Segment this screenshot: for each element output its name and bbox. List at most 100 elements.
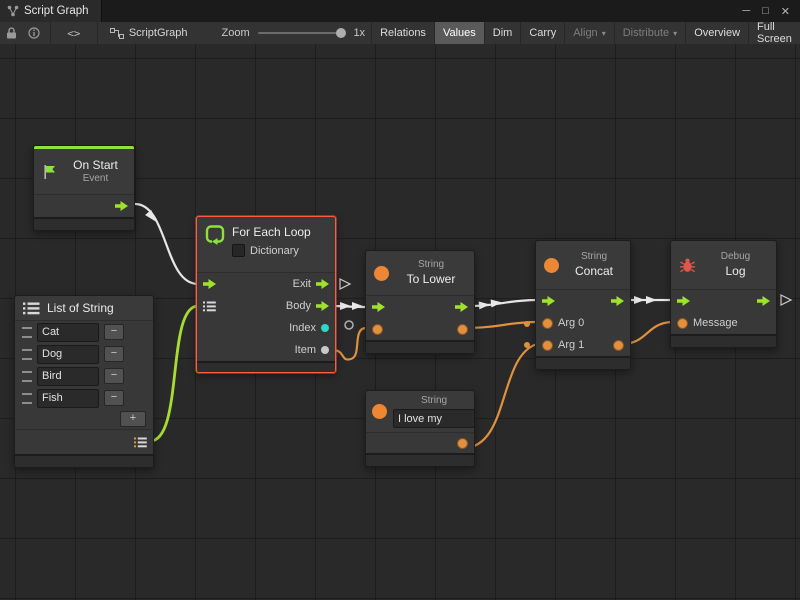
for-each-exit-port[interactable]: Exit <box>293 278 329 290</box>
lock-icon[interactable] <box>0 22 23 44</box>
node-concat[interactable]: String Concat Arg 0 <box>535 240 631 370</box>
wire-arrow-icon <box>479 300 491 309</box>
node-type: String <box>581 251 607 264</box>
node-type: String <box>418 259 444 272</box>
info-icon[interactable] <box>23 22 46 44</box>
node-footer <box>197 361 335 372</box>
string-literal-header: String <box>366 391 474 432</box>
concat-result-output-port[interactable] <box>613 340 624 351</box>
drag-handle-icon[interactable] <box>22 371 32 382</box>
for-each-flow-input-port[interactable] <box>203 279 216 289</box>
string-port-icon <box>457 438 468 449</box>
scriptgraph-selector[interactable]: ScriptGraph <box>102 27 196 39</box>
bug-icon <box>679 257 696 274</box>
int-port-icon <box>321 324 329 332</box>
node-string-literal[interactable]: String <box>365 390 475 467</box>
graph-canvas[interactable]: On Start Event <box>0 44 800 600</box>
drag-handle-icon[interactable] <box>22 349 32 360</box>
dictionary-checkbox[interactable] <box>232 244 245 257</box>
flow-out-icon <box>757 296 770 306</box>
list-icon <box>23 302 40 315</box>
node-list-of-string[interactable]: List of String − − − <box>14 295 154 468</box>
align-dropdown[interactable]: Align ▾ <box>564 22 613 44</box>
concat-arg0-port[interactable]: Arg 0 <box>542 317 584 329</box>
remove-item-button[interactable]: − <box>104 390 124 406</box>
minimize-button[interactable]: ─ <box>742 5 750 17</box>
add-item-button[interactable]: + <box>120 411 146 427</box>
loop-icon <box>205 225 225 245</box>
unconnected-exit-port[interactable] <box>340 279 350 289</box>
remove-item-button[interactable]: − <box>104 368 124 384</box>
close-button[interactable]: ✕ <box>781 5 790 18</box>
list-output-port[interactable] <box>134 437 147 448</box>
node-on-start[interactable]: On Start Event <box>33 145 135 231</box>
log-flow-input-port[interactable] <box>677 296 690 306</box>
script-graph-window: Script Graph ─ □ ✕ <> ScriptGraph Zoom <box>0 0 800 600</box>
list-item-input[interactable] <box>37 389 99 408</box>
for-each-item-port[interactable]: Item <box>295 344 329 356</box>
drag-handle-icon[interactable] <box>22 327 32 338</box>
carry-button[interactable]: Carry <box>520 22 564 44</box>
value-bubble <box>345 321 353 329</box>
wire-onstart-to-foreach[interactable] <box>135 204 198 284</box>
to-lower-flow-output-port[interactable] <box>455 302 468 312</box>
string-type-icon <box>544 258 559 273</box>
distribute-dropdown[interactable]: Distribute ▾ <box>614 22 685 44</box>
log-message-port[interactable]: Message <box>677 317 738 329</box>
unconnected-log-out-port[interactable] <box>781 295 791 305</box>
node-type: String <box>421 395 447 406</box>
wire-item-to-tolower[interactable] <box>332 328 366 359</box>
on-start-output-port[interactable] <box>115 201 128 211</box>
drag-handle-icon[interactable] <box>22 393 32 404</box>
code-icon[interactable]: <> <box>55 27 93 40</box>
zoom-slider[interactable] <box>258 32 346 34</box>
node-debug-log[interactable]: Debug Log Message <box>670 240 777 348</box>
to-lower-string-input-port[interactable] <box>372 324 383 335</box>
flow-in-icon <box>203 279 216 289</box>
toolbar-divider <box>50 22 51 44</box>
value-bubble <box>524 342 530 348</box>
remove-item-button[interactable]: − <box>104 346 124 362</box>
concat-flow-output-port[interactable] <box>611 296 624 306</box>
zoom-slider-knob[interactable] <box>336 28 346 38</box>
node-to-lower[interactable]: String To Lower <box>365 250 475 354</box>
node-for-each-loop[interactable]: For Each Loop Dictionary Exit <box>196 216 336 373</box>
for-each-index-port[interactable]: Index <box>289 322 329 334</box>
values-button[interactable]: Values <box>434 22 484 44</box>
toolbar-buttons: Relations Values Dim Carry Align ▾ Distr… <box>371 22 800 44</box>
string-literal-output-port[interactable] <box>457 438 468 449</box>
string-value-input[interactable] <box>393 409 475 428</box>
flow-out-icon <box>316 301 329 311</box>
flow-out-icon <box>611 296 624 306</box>
flow-out-icon <box>115 201 128 211</box>
flag-icon <box>42 164 58 180</box>
flow-in-icon <box>677 296 690 306</box>
maximize-button[interactable]: □ <box>762 5 769 17</box>
dim-button[interactable]: Dim <box>484 22 521 44</box>
remove-item-button[interactable]: − <box>104 324 124 340</box>
node-subtitle: Event <box>83 173 109 186</box>
concat-header: String Concat <box>536 241 630 289</box>
node-title: To Lower <box>407 272 456 287</box>
fullscreen-button[interactable]: Full Screen <box>748 22 800 44</box>
string-port-icon <box>542 318 553 329</box>
list-item-input[interactable] <box>37 345 99 364</box>
wire-list-to-foreach[interactable] <box>150 306 198 441</box>
node-footer <box>366 340 474 353</box>
list-item-input[interactable] <box>37 367 99 386</box>
to-lower-flow-input-port[interactable] <box>372 302 385 312</box>
for-each-list-input-port[interactable] <box>203 301 216 312</box>
for-each-body-port[interactable]: Body <box>286 300 329 312</box>
list-item-input[interactable] <box>37 323 99 342</box>
tab-script-graph[interactable]: Script Graph <box>0 0 102 22</box>
node-title: Concat <box>575 264 613 279</box>
concat-flow-input-port[interactable] <box>542 296 555 306</box>
chevron-down-icon: ▾ <box>673 29 677 38</box>
wire-arrow-icon <box>634 296 645 304</box>
overview-button[interactable]: Overview <box>685 22 748 44</box>
to-lower-string-output-port[interactable] <box>457 324 468 335</box>
relations-button[interactable]: Relations <box>371 22 434 44</box>
log-flow-output-port[interactable] <box>757 296 770 306</box>
concat-arg1-port[interactable]: Arg 1 <box>542 339 584 351</box>
list-item-row: − <box>15 343 153 365</box>
